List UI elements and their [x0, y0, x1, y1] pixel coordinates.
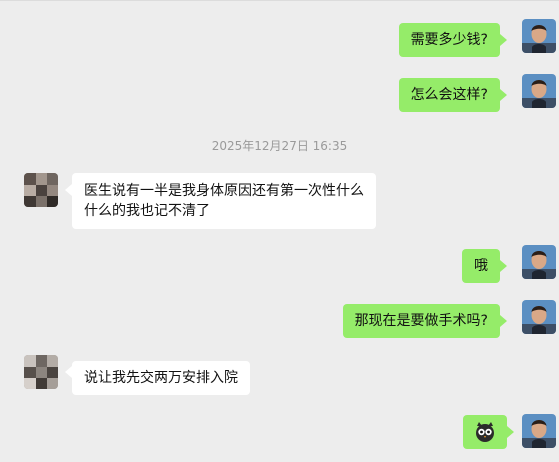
blurred-avatar-photo-icon [24, 355, 58, 389]
sender-avatar[interactable] [522, 300, 556, 334]
message-bubble-sent[interactable]: 需要多少钱? [398, 23, 500, 57]
sender-avatar[interactable] [522, 414, 556, 448]
bubble-tail [500, 89, 507, 101]
message-bubble-sent[interactable] [463, 415, 507, 449]
bubble-tail [65, 366, 72, 378]
message-bubble-sent[interactable]: 怎么会这样? [398, 78, 500, 112]
message-timestamp: 2025年12月27日 16:35 [211, 139, 348, 153]
sender-avatar[interactable] [522, 74, 556, 108]
user-avatar-photo-icon [522, 300, 556, 334]
bubble-tail [507, 426, 514, 438]
sender-avatar[interactable] [522, 245, 556, 279]
user-avatar-photo-icon [522, 19, 556, 53]
chat-window: 需要多少钱? 怎么会这样? 2025年12月27日 16:35 医生说有一半是我… [0, 0, 559, 452]
user-avatar-photo-icon [522, 414, 556, 448]
message-bubble-received[interactable]: 医生说有一半是我身体原因还有第一次性什么什么的我也记不清了 [72, 173, 376, 229]
blurred-avatar-photo-icon [24, 173, 58, 207]
bubble-tail [500, 315, 507, 327]
user-avatar-photo-icon [522, 74, 556, 108]
sender-avatar[interactable] [522, 19, 556, 53]
contact-avatar[interactable] [24, 355, 58, 389]
bubble-tail [500, 34, 507, 46]
message-bubble-sent[interactable]: 哦 [462, 249, 500, 283]
owl-emoji-icon [476, 422, 494, 442]
message-bubble-sent[interactable]: 那现在是要做手术吗? [342, 304, 500, 338]
bubble-tail [500, 260, 507, 272]
contact-avatar[interactable] [24, 173, 58, 207]
bubble-tail [65, 184, 72, 196]
user-avatar-photo-icon [522, 245, 556, 279]
message-bubble-received[interactable]: 说让我先交两万安排入院 [72, 361, 250, 395]
